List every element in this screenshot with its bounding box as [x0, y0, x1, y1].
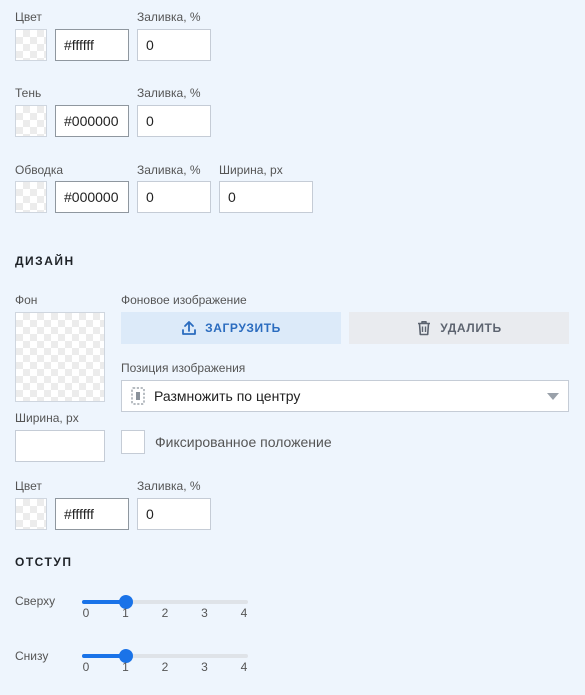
trash-icon: [418, 321, 431, 336]
design-color-swatch[interactable]: [15, 498, 47, 530]
chevron-down-icon: [547, 393, 559, 400]
width-label: Ширина, px: [15, 411, 79, 425]
padding-section-title: ОТСТУП: [15, 555, 73, 569]
image-position-value: Размножить по центру: [154, 388, 301, 404]
upload-button-label: ЗАГРУЗИТЬ: [205, 321, 281, 335]
width-input[interactable]: [15, 430, 105, 462]
slider-tick: 2: [161, 606, 169, 620]
slider-tick: 1: [122, 606, 129, 620]
stroke-fill-label: Заливка, %: [137, 163, 201, 177]
shadow-fill-label: Заливка, %: [137, 86, 201, 100]
stroke-swatch[interactable]: [15, 181, 47, 213]
slider-tick: 4: [240, 660, 248, 674]
color-swatch[interactable]: [15, 29, 47, 61]
fixed-position-label: Фиксированное положение: [155, 434, 332, 450]
slider-tick: 3: [201, 606, 208, 620]
shadow-swatch[interactable]: [15, 105, 47, 137]
background-preview[interactable]: [15, 312, 105, 402]
slider-tick: 3: [201, 660, 208, 674]
image-position-select[interactable]: Размножить по центру: [121, 380, 569, 412]
design-section-title: ДИЗАЙН: [15, 254, 75, 268]
slider-tick: 1: [122, 660, 129, 674]
padding-bottom-slider[interactable]: 0 1 2 3 4: [82, 647, 248, 687]
stroke-fill-input[interactable]: [137, 181, 211, 213]
upload-button[interactable]: ЗАГРУЗИТЬ: [121, 312, 341, 344]
stroke-width-input[interactable]: [219, 181, 313, 213]
image-position-label: Позиция изображения: [121, 361, 246, 375]
design-fill-label: Заливка, %: [137, 479, 201, 493]
padding-top-label: Сверху: [15, 594, 56, 608]
stroke-hex-input[interactable]: [55, 181, 129, 213]
design-hex-input[interactable]: [55, 498, 129, 530]
shadow-hex-input[interactable]: [55, 105, 129, 137]
background-label: Фон: [15, 293, 38, 307]
color-fill-input[interactable]: [137, 29, 211, 61]
background-image-label: Фоновое изображение: [121, 293, 247, 307]
delete-button-label: УДАЛИТЬ: [440, 321, 502, 335]
delete-button[interactable]: УДАЛИТЬ: [349, 312, 569, 344]
slider-tick: 2: [161, 660, 169, 674]
slider-tick: 0: [82, 606, 90, 620]
slider-tick: 0: [82, 660, 90, 674]
padding-bottom-label: Снизу: [15, 649, 49, 663]
stroke-label: Обводка: [15, 163, 64, 177]
color-hex-input[interactable]: [55, 29, 129, 61]
design-fill-input[interactable]: [137, 498, 211, 530]
slider-tick: 4: [240, 606, 248, 620]
design-color-label: Цвет: [15, 479, 42, 493]
shadow-label: Тень: [15, 86, 42, 100]
color-label: Цвет: [15, 10, 42, 24]
upload-icon: [182, 321, 196, 335]
shadow-fill-input[interactable]: [137, 105, 211, 137]
tile-center-icon: [131, 387, 145, 405]
stroke-width-label: Ширина, px: [219, 163, 283, 177]
padding-top-slider[interactable]: 0 1 2 3 4: [82, 593, 248, 633]
fixed-position-checkbox[interactable]: [121, 430, 145, 454]
color-fill-label: Заливка, %: [137, 10, 201, 24]
